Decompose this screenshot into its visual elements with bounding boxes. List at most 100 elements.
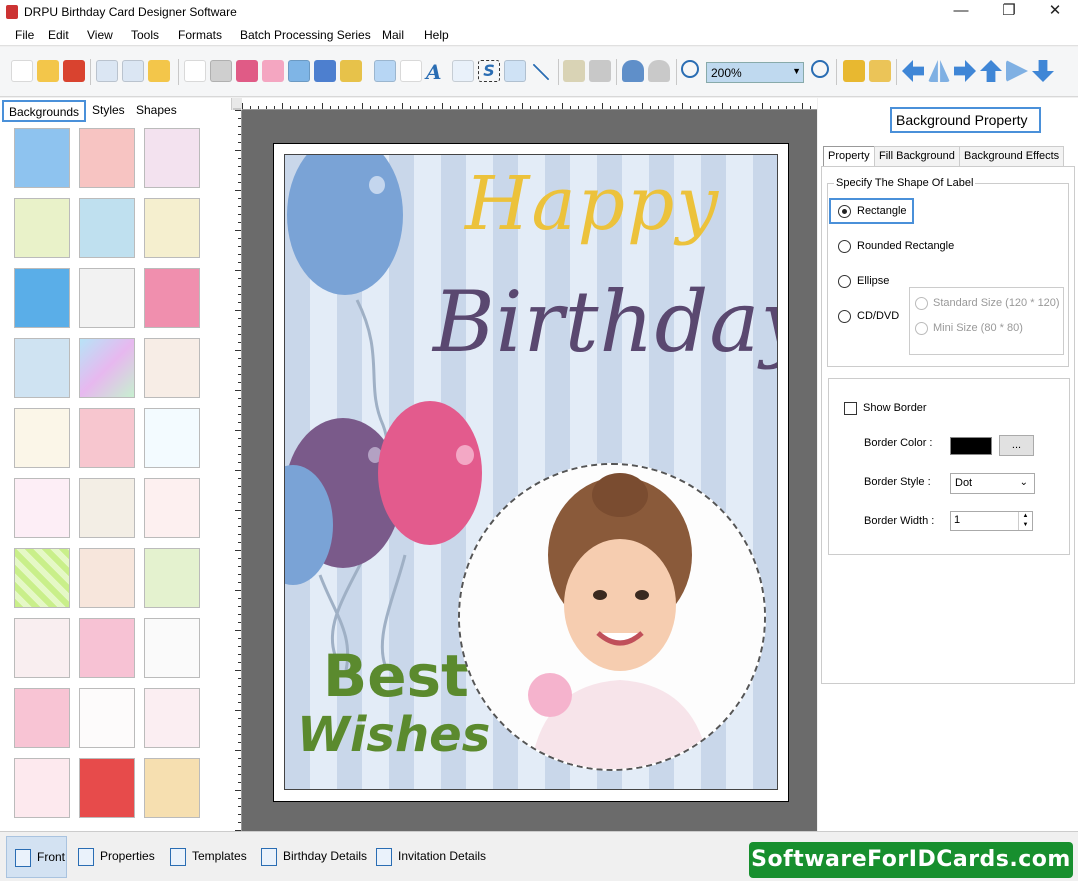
image-icon[interactable] [288,60,310,82]
unlock-icon[interactable] [869,60,891,82]
menu-formats[interactable]: Formats [178,28,222,42]
export-icon[interactable] [148,60,170,82]
border-style-select[interactable]: Dot ⌄ [950,473,1035,494]
border-color-swatch[interactable] [950,437,992,455]
background-thumbnail[interactable] [144,688,200,748]
radio-standard-size[interactable] [915,297,928,310]
background-thumbnail[interactable] [14,408,70,468]
background-thumbnail[interactable] [79,408,135,468]
tab-backgrounds[interactable]: Backgrounds [2,100,87,122]
database-settings-icon[interactable] [589,60,611,82]
tab-fill-background[interactable]: Fill Background [874,146,960,166]
menu-help[interactable]: Help [424,28,449,42]
database-icon[interactable] [563,60,585,82]
watermark-icon[interactable] [374,60,396,82]
background-thumbnail[interactable] [144,478,200,538]
save-icon[interactable] [96,60,118,82]
barcode-icon[interactable] [400,60,422,82]
card-title-happy[interactable]: Happy [465,161,720,247]
menu-file[interactable]: File [15,28,34,42]
menu-mail[interactable]: Mail [382,28,404,42]
background-thumbnail[interactable] [79,548,135,608]
background-thumbnail[interactable] [79,688,135,748]
print-icon[interactable] [210,60,232,82]
arrow-up-icon[interactable] [980,60,1002,82]
arrow-left-icon[interactable] [902,60,924,82]
signature-icon[interactable]: S [478,60,500,82]
close-button[interactable]: ✕ [1032,0,1078,24]
background-thumbnail[interactable] [14,128,70,188]
background-thumbnail[interactable] [79,128,135,188]
tab-background-effects[interactable]: Background Effects [959,146,1065,166]
zoom-in-icon[interactable] [681,60,699,78]
background-thumbnail[interactable] [14,618,70,678]
background-thumbnail[interactable] [14,478,70,538]
stepper-up-icon[interactable]: ▲ [1018,512,1032,521]
tab-property[interactable]: Property [823,146,875,166]
copy-icon[interactable] [236,60,258,82]
tab-templates[interactable]: Templates [162,836,251,878]
pen-icon[interactable] [314,60,336,82]
line-icon[interactable] [532,63,550,81]
background-thumbnail[interactable] [144,408,200,468]
background-thumbnail[interactable] [79,618,135,678]
save-as-icon[interactable] [122,60,144,82]
background-thumbnail[interactable] [79,478,135,538]
zoom-out-icon[interactable] [811,60,829,78]
open-folder-icon[interactable] [37,60,59,82]
background-thumbnail[interactable] [79,268,135,328]
radio-mini-size[interactable] [915,322,928,335]
lock-icon[interactable] [843,60,865,82]
card-text-best[interactable]: Best [323,647,469,705]
background-thumbnail[interactable] [14,338,70,398]
text-icon[interactable]: A [426,60,448,84]
background-thumbnail[interactable] [79,198,135,258]
menu-batch-processing-series[interactable]: Batch Processing Series [240,28,371,42]
mail-icon[interactable] [504,60,526,82]
close-file-icon[interactable] [63,60,85,82]
background-thumbnail[interactable] [144,198,200,258]
redo-icon[interactable] [648,60,670,82]
background-thumbnail[interactable] [144,548,200,608]
tab-properties[interactable]: Properties [70,836,159,878]
background-thumbnail[interactable] [14,198,70,258]
background-thumbnail[interactable] [144,128,200,188]
picture-icon[interactable] [340,60,362,82]
background-thumbnail[interactable] [14,758,70,818]
tab-invitation-details[interactable]: Invitation Details [368,836,490,878]
background-thumbnail[interactable] [144,618,200,678]
background-thumbnail[interactable] [14,268,70,328]
undo-icon[interactable] [622,60,644,82]
zoom-select[interactable]: 200% ▼ [706,62,804,83]
tab-front[interactable]: Front [6,836,67,878]
radio-rounded-rectangle[interactable] [838,240,851,253]
background-thumbnail[interactable] [14,548,70,608]
properties-icon[interactable] [184,60,206,82]
maximize-button[interactable]: ❐ [986,0,1032,24]
tab-shapes[interactable]: Shapes [131,100,182,122]
tab-birthday-details[interactable]: Birthday Details [253,836,371,878]
background-thumbnail[interactable] [144,338,200,398]
align-icon[interactable] [1006,60,1028,82]
birthday-card[interactable]: Happy Birthday Best Wishes [284,154,778,790]
arrow-down-icon[interactable] [1032,60,1054,82]
card-title-birthday[interactable]: Birthday [433,273,777,371]
card-photo[interactable] [458,463,766,771]
menu-tools[interactable]: Tools [131,28,159,42]
gift-icon[interactable] [262,60,284,82]
background-thumbnail[interactable] [144,268,200,328]
radio-rectangle[interactable] [838,205,851,218]
show-border-checkbox[interactable] [844,402,857,415]
border-width-stepper[interactable]: 1 ▲ ▼ [950,511,1033,531]
minimize-button[interactable]: — [938,0,984,24]
background-thumbnail[interactable] [79,338,135,398]
background-thumbnail[interactable] [144,758,200,818]
flip-icon[interactable] [928,60,950,82]
background-thumbnail[interactable] [79,758,135,818]
menu-edit[interactable]: Edit [48,28,69,42]
radio-ellipse[interactable] [838,275,851,288]
stepper-down-icon[interactable]: ▼ [1018,521,1032,530]
radio-cd-dvd[interactable] [838,310,851,323]
menu-view[interactable]: View [87,28,113,42]
border-color-picker-button[interactable]: ... [999,435,1034,456]
